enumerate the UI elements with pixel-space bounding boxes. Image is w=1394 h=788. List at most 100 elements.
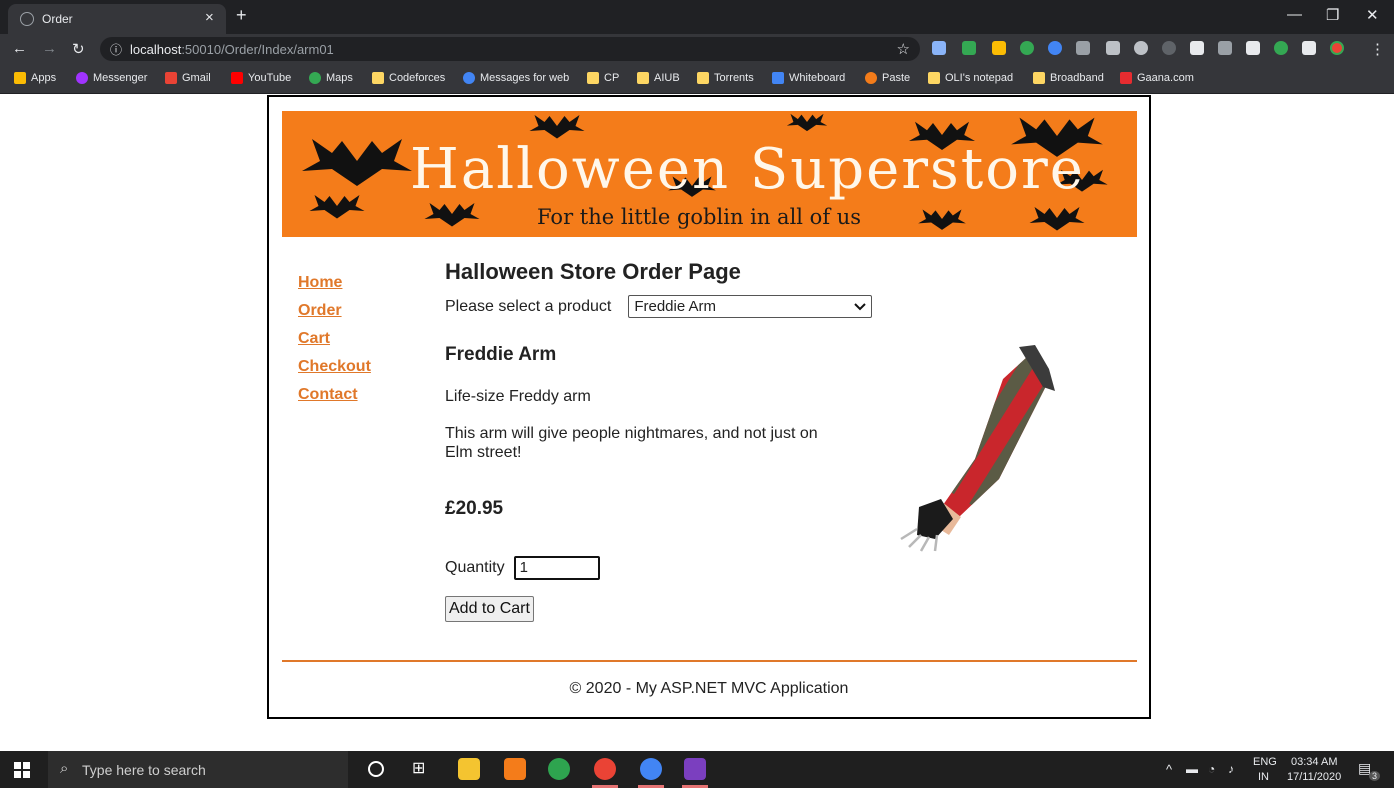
bookmark-youtube[interactable]: YouTube [231, 72, 291, 84]
battery-icon[interactable]: ▬ [1186, 762, 1198, 776]
chrome-profile-icon[interactable] [640, 758, 662, 780]
language-top[interactable]: ENG [1253, 756, 1277, 768]
extension-icon[interactable] [1246, 41, 1260, 55]
windows-start-icon[interactable] [14, 762, 30, 778]
folder-icon [587, 72, 599, 84]
extension-shield-icon[interactable] [932, 41, 946, 55]
extension-icon[interactable] [1190, 41, 1204, 55]
folder-icon [697, 72, 709, 84]
footer-divider [282, 660, 1137, 662]
youtube-icon [231, 72, 243, 84]
forward-icon[interactable]: → [42, 40, 57, 57]
browser-toolbar: ← → ↻ ⓘ localhost:50010/Order/Index/arm0… [0, 34, 1394, 64]
bookmark-gmail[interactable]: Gmail [165, 72, 211, 84]
banner-title: Halloween Superstore [410, 137, 1085, 202]
folder-icon [928, 72, 940, 84]
extension-icon[interactable] [1048, 41, 1062, 55]
file-explorer-icon[interactable] [458, 758, 480, 780]
volume-icon[interactable]: ♪ [1228, 762, 1234, 776]
dev-tool-icon[interactable] [548, 758, 570, 780]
clock-date[interactable]: 17/11/2020 [1287, 771, 1341, 783]
whiteboard-icon [772, 72, 784, 84]
product-select-value: Freddie Arm [634, 298, 717, 315]
taskbar-search-box[interactable]: ⌕ Type here to search [48, 751, 348, 788]
bookmark-paste[interactable]: Paste [865, 72, 910, 84]
tab-title: Order [42, 12, 73, 26]
extension-icon[interactable] [1106, 41, 1120, 55]
chrome-icon[interactable] [594, 758, 616, 780]
gaana-icon [1120, 72, 1132, 84]
bookmark-torrents[interactable]: Torrents [697, 72, 754, 84]
add-to-cart-button[interactable]: Add to Cart [445, 596, 534, 622]
google-drive-icon[interactable] [992, 41, 1006, 55]
tray-chevron-up-icon[interactable]: ^ [1166, 762, 1172, 777]
apps-grid-icon [14, 72, 26, 84]
clock-time[interactable]: 03:34 AM [1291, 756, 1337, 768]
page-title: Halloween Store Order Page [445, 259, 741, 284]
bookmark-messenger[interactable]: Messenger [76, 72, 147, 84]
cortana-icon[interactable] [368, 761, 384, 777]
bookmark-cp[interactable]: CP [587, 72, 619, 84]
visual-studio-icon[interactable] [684, 758, 706, 780]
bat-icon [309, 195, 365, 219]
bat-icon [424, 203, 480, 227]
nav-link-checkout[interactable]: Checkout [298, 357, 371, 385]
browser-tab-order[interactable]: Order × [8, 4, 226, 34]
folder-icon [1033, 72, 1045, 84]
wifi-icon[interactable]: ◔ [1208, 762, 1215, 776]
nav-link-home[interactable]: Home [298, 273, 371, 301]
extension-icon[interactable] [1134, 41, 1148, 55]
extension-icon[interactable] [1218, 41, 1232, 55]
bookmark-notepad[interactable]: OLI's notepad [928, 72, 1013, 84]
product-short-description: Life-size Freddy arm [445, 388, 591, 405]
bookmark-broadband[interactable]: Broadband [1033, 72, 1104, 84]
address-bar[interactable]: ⓘ localhost:50010/Order/Index/arm01 ☆ [100, 37, 920, 61]
product-name: Freddie Arm [445, 344, 557, 365]
back-icon[interactable]: ← [12, 40, 27, 57]
close-tab-icon[interactable]: × [205, 9, 214, 26]
bat-icon [786, 113, 828, 132]
bat-icon [302, 139, 412, 186]
close-window-icon[interactable]: ✕ [1366, 6, 1379, 24]
globe-icon [20, 12, 34, 26]
bookmark-aiub[interactable]: AIUB [637, 72, 680, 84]
extension-icon[interactable] [1076, 41, 1090, 55]
sublime-text-icon[interactable] [504, 758, 526, 780]
folder-icon [637, 72, 649, 84]
bookmark-codeforces[interactable]: Codeforces [372, 72, 445, 84]
extension-icon[interactable] [1274, 41, 1288, 55]
gmail-icon [165, 72, 177, 84]
language-bottom[interactable]: IN [1258, 771, 1269, 783]
info-icon[interactable]: ⓘ [110, 41, 122, 58]
messages-icon [463, 72, 475, 84]
puzzle-icon[interactable] [1302, 41, 1316, 55]
extension-icon[interactable] [962, 41, 976, 55]
reload-icon[interactable]: ↻ [72, 40, 85, 58]
grammarly-icon[interactable] [1020, 41, 1034, 55]
nav-link-cart[interactable]: Cart [298, 329, 371, 357]
bookmark-maps[interactable]: Maps [309, 72, 353, 84]
product-long-description: This arm will give people nightmares, an… [445, 425, 818, 461]
taskbar-search-placeholder: Type here to search [82, 762, 206, 778]
profile-avatar-icon[interactable] [1330, 41, 1344, 55]
nav-link-order[interactable]: Order [298, 301, 371, 329]
footer-text: © 2020 - My ASP.NET MVC Application [569, 680, 849, 697]
minimize-icon[interactable]: — [1287, 6, 1302, 23]
quantity-input[interactable]: 1 [513, 556, 600, 580]
product-select[interactable]: Freddie Arm [628, 295, 873, 318]
bookmark-messages[interactable]: Messages for web [463, 72, 569, 84]
bookmark-star-icon[interactable]: ☆ [897, 40, 910, 58]
bookmark-gaana[interactable]: Gaana.com [1120, 72, 1194, 84]
nav-link-contact[interactable]: Contact [298, 385, 371, 413]
bookmark-apps[interactable]: Apps [14, 72, 56, 84]
menu-kebab-icon[interactable]: ⋮ [1370, 40, 1385, 58]
extension-icon[interactable] [1162, 41, 1176, 55]
banner-tagline: For the little goblin in all of us [537, 205, 862, 229]
side-navigation: Home Order Cart Checkout Contact [298, 273, 371, 413]
browser-tabstrip: Order × + — ❐ ✕ [0, 0, 1394, 34]
task-view-icon[interactable]: ⊞ [412, 758, 434, 780]
bat-icon [918, 209, 966, 230]
new-tab-button[interactable]: + [236, 5, 247, 26]
restore-icon[interactable]: ❐ [1326, 6, 1339, 24]
bookmark-whiteboard[interactable]: Whiteboard [772, 72, 845, 84]
